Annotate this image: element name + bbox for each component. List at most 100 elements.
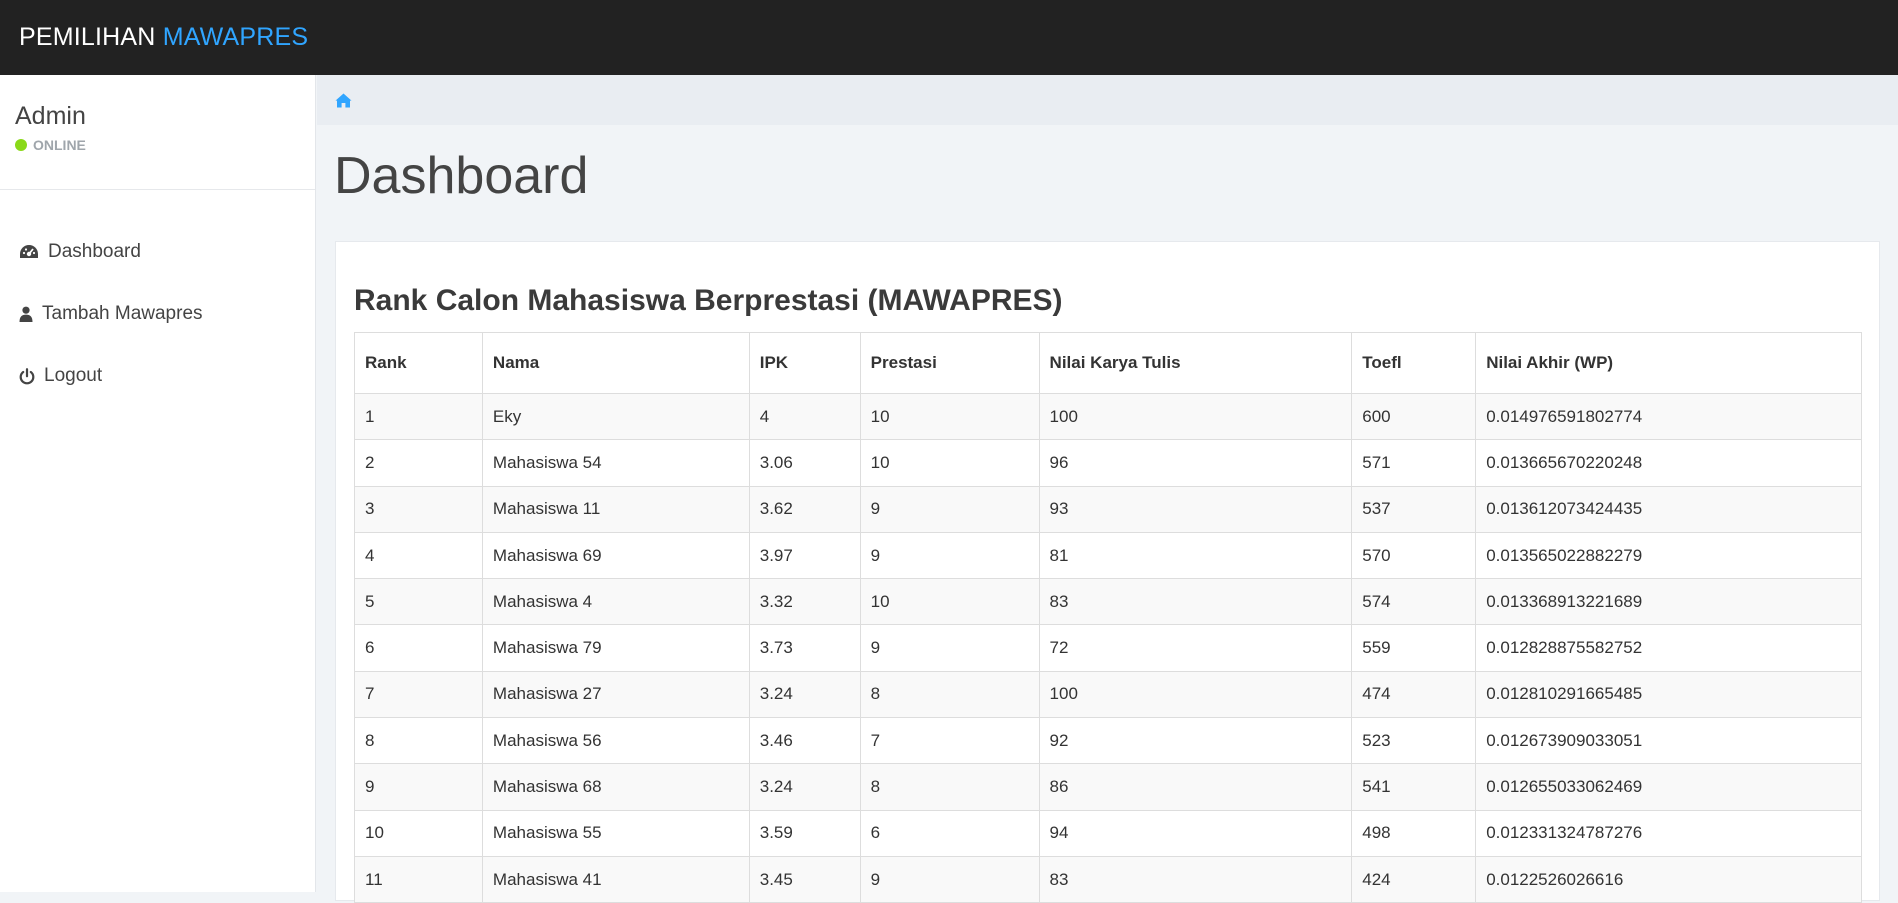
table-cell: 10 — [859, 578, 1040, 626]
table-cell: 72 — [1038, 624, 1353, 672]
table-cell: 2 — [354, 439, 483, 487]
user-profile: Admin ONLINE — [0, 75, 315, 190]
table-cell: Mahasiswa 27 — [481, 670, 750, 719]
status-label: ONLINE — [33, 137, 86, 153]
col-header-prestasi: Prestasi — [859, 332, 1040, 394]
table-cell: 9 — [859, 855, 1040, 903]
sidebar-menu: Dashboard Tambah Mawapres Logout — [0, 221, 315, 407]
table-cell: Mahasiswa 69 — [481, 531, 750, 580]
user-icon — [18, 303, 34, 325]
table-row: 6 Mahasiswa 79 3.73 9 72 559 0.012828875582752 — [354, 624, 1862, 672]
home-icon[interactable] — [335, 93, 352, 108]
table-cell: 600 — [1351, 392, 1477, 441]
col-header-rank: Rank — [354, 332, 483, 394]
table-cell: 7 — [354, 670, 483, 719]
table-row: 4 Mahasiswa 69 3.97 9 81 570 0.013565022882279 — [354, 531, 1862, 580]
table-cell: 10 — [859, 439, 1040, 487]
table-cell: 1 — [354, 392, 483, 441]
table-cell: 3.24 — [748, 763, 861, 811]
table-row: 8 Mahasiswa 56 3.46 7 92 523 0.012673909033051 — [354, 717, 1862, 765]
table-cell: 559 — [1351, 624, 1477, 672]
sidebar-item-label: Logout — [44, 365, 103, 386]
online-dot-icon — [15, 139, 27, 151]
brand-logo[interactable]: PEMILIHAN MAWAPRES — [19, 23, 308, 52]
table-cell: 81 — [1038, 531, 1353, 580]
table-cell: 9 — [859, 624, 1040, 672]
sidebar-item-label: Tambah Mawapres — [42, 303, 203, 324]
top-navbar: PEMILIHAN MAWAPRES — [0, 0, 1898, 75]
user-name: Admin — [15, 102, 86, 130]
table-cell: 570 — [1351, 531, 1477, 580]
table-cell: 0.013565022882279 — [1475, 531, 1862, 580]
table-cell: 0.012828875582752 — [1475, 624, 1862, 672]
col-header-karya-tulis: Nilai Karya Tulis — [1038, 332, 1353, 394]
table-row: 11 Mahasiswa 41 3.45 9 83 424 0.0122526026616 — [354, 855, 1862, 903]
table-cell: 8 — [859, 670, 1040, 719]
breadcrumb — [317, 75, 1898, 125]
table-cell: 3.06 — [748, 439, 861, 487]
table-cell: 0.012655033062469 — [1475, 763, 1862, 811]
user-status: ONLINE — [15, 137, 315, 153]
table-cell: Mahasiswa 11 — [481, 485, 750, 533]
brand-text: PEMILIHAN — [19, 23, 163, 51]
table-cell: 3.24 — [748, 670, 861, 719]
table-cell: 9 — [354, 763, 483, 811]
table-cell: 100 — [1038, 392, 1353, 441]
table-cell: 7 — [859, 717, 1040, 765]
table-cell: Mahasiswa 54 — [481, 439, 750, 487]
table-cell: 498 — [1351, 809, 1477, 857]
table-cell: Mahasiswa 68 — [481, 763, 750, 811]
table-cell: 83 — [1038, 578, 1353, 626]
sidebar-item-tambah-mawapres[interactable]: Tambah Mawapres — [0, 283, 315, 345]
sidebar-item-logout[interactable]: Logout — [0, 345, 315, 407]
table-row: 10 Mahasiswa 55 3.59 6 94 498 0.01233132478727… — [354, 809, 1862, 857]
sidebar: Admin ONLINE Dashboard Tambah Mawapres L… — [0, 75, 316, 892]
table-cell: 9 — [859, 485, 1040, 533]
table-cell: 93 — [1038, 485, 1353, 533]
table-cell: 83 — [1038, 855, 1353, 903]
table-body: 1 Eky 4 10 100 600 0.014976591802774 2 Mahasiswa… — [354, 392, 1862, 903]
table-cell: 6 — [859, 809, 1040, 857]
table-cell: 96 — [1038, 439, 1353, 487]
table-cell: 10 — [859, 392, 1040, 441]
power-icon — [18, 365, 36, 387]
table-row: 1 Eky 4 10 100 600 0.014976591802774 — [354, 392, 1862, 441]
table-cell: 3.59 — [748, 809, 861, 857]
table-cell: 92 — [1038, 717, 1353, 765]
table-cell: 3.62 — [748, 485, 861, 533]
table-cell: 3 — [354, 485, 483, 533]
table-cell: Mahasiswa 41 — [481, 855, 750, 903]
table-cell: 0.013665670220248 — [1475, 439, 1862, 487]
table-row: 5 Mahasiswa 4 3.32 10 83 574 0.013368913221689 — [354, 578, 1862, 626]
table-cell: 571 — [1351, 439, 1477, 487]
table-cell: 424 — [1351, 855, 1477, 903]
table-cell: 3.46 — [748, 717, 861, 765]
table-cell: 100 — [1038, 670, 1353, 719]
table-cell: Mahasiswa 4 — [481, 578, 750, 626]
table-row: 3 Mahasiswa 11 3.62 9 93 537 0.013612073424435 — [354, 485, 1862, 533]
sidebar-item-label: Dashboard — [48, 241, 141, 262]
table-cell: Mahasiswa 55 — [481, 809, 750, 857]
brand-accent: MAWAPRES — [162, 23, 309, 51]
table-cell: 523 — [1351, 717, 1477, 765]
table-cell: 541 — [1351, 763, 1477, 811]
table-cell: 8 — [859, 763, 1040, 811]
table-cell: 6 — [354, 624, 483, 672]
table-cell: 4 — [354, 531, 483, 580]
col-header-ipk: IPK — [748, 332, 861, 394]
sidebar-item-dashboard[interactable]: Dashboard — [0, 221, 315, 283]
table-row: 9 Mahasiswa 68 3.24 8 86 541 0.012655033062469 — [354, 763, 1862, 811]
table-cell: 0.013368913221689 — [1475, 578, 1862, 626]
col-header-toefl: Toefl — [1351, 332, 1477, 394]
table-cell: 8 — [354, 717, 483, 765]
dashboard-icon — [18, 241, 40, 263]
table-cell: 474 — [1351, 670, 1477, 719]
table-cell: 0.012673909033051 — [1475, 717, 1862, 765]
table-cell: 10 — [354, 809, 483, 857]
table-row: 7 Mahasiswa 27 3.24 8 100 474 0.01281029166548… — [354, 670, 1862, 719]
page-title: Dashboard — [334, 147, 589, 205]
table-cell: 9 — [859, 531, 1040, 580]
table-cell: 0.012810291665485 — [1475, 670, 1862, 719]
table-cell: Eky — [481, 392, 750, 441]
table-cell: 537 — [1351, 485, 1477, 533]
